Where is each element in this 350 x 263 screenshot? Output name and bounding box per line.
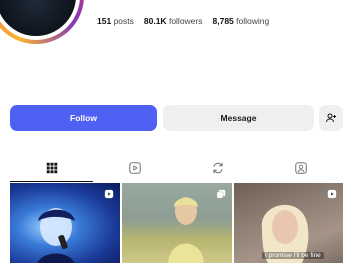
posts-grid: I promise I'll be fine — [10, 183, 343, 263]
tab-tagged[interactable] — [259, 157, 342, 181]
profile-avatar-ring[interactable] — [0, 0, 84, 44]
post-thumbnail-2[interactable] — [122, 183, 232, 263]
post-image-singer — [37, 208, 75, 263]
post-image-person — [168, 197, 204, 263]
active-tab-indicator — [10, 180, 93, 182]
reel-badge-icon — [327, 189, 337, 199]
tab-reels[interactable] — [93, 157, 176, 181]
posts-stat: 151 posts — [97, 16, 134, 26]
profile-stats: 151 posts 80.1K followers 8,785 followin… — [97, 16, 269, 26]
follow-button[interactable]: Follow — [10, 105, 157, 131]
followers-count: 80.1K — [143, 16, 167, 26]
following-count: 8,785 — [212, 16, 234, 26]
profile-tabs — [10, 157, 343, 182]
reel-badge-icon — [104, 189, 114, 199]
tagged-person-icon — [294, 162, 307, 174]
following-label: following — [236, 16, 270, 26]
profile-actions: Follow Message — [10, 105, 343, 131]
tab-reposts[interactable] — [176, 157, 259, 181]
followers-stat[interactable]: 80.1K followers — [144, 16, 203, 26]
multi-post-icon — [216, 189, 226, 199]
following-stat[interactable]: 8,785 following — [213, 16, 270, 26]
tab-posts[interactable] — [10, 157, 93, 182]
add-person-icon — [326, 113, 336, 123]
posts-label: posts — [113, 16, 134, 26]
message-button[interactable]: Message — [163, 105, 314, 131]
post-thumbnail-3[interactable]: I promise I'll be fine — [234, 183, 343, 263]
post-caption-overlay: I promise I'll be fine — [262, 252, 324, 259]
suggested-users-button[interactable] — [319, 105, 343, 131]
post-thumbnail-1[interactable] — [10, 183, 120, 263]
posts-count: 151 — [97, 16, 112, 26]
grid-icon — [46, 162, 57, 174]
avatar — [0, 0, 76, 36]
avatar-border — [0, 0, 80, 40]
repost-icon — [212, 162, 223, 174]
followers-label: followers — [168, 16, 203, 26]
reels-icon — [128, 162, 141, 174]
